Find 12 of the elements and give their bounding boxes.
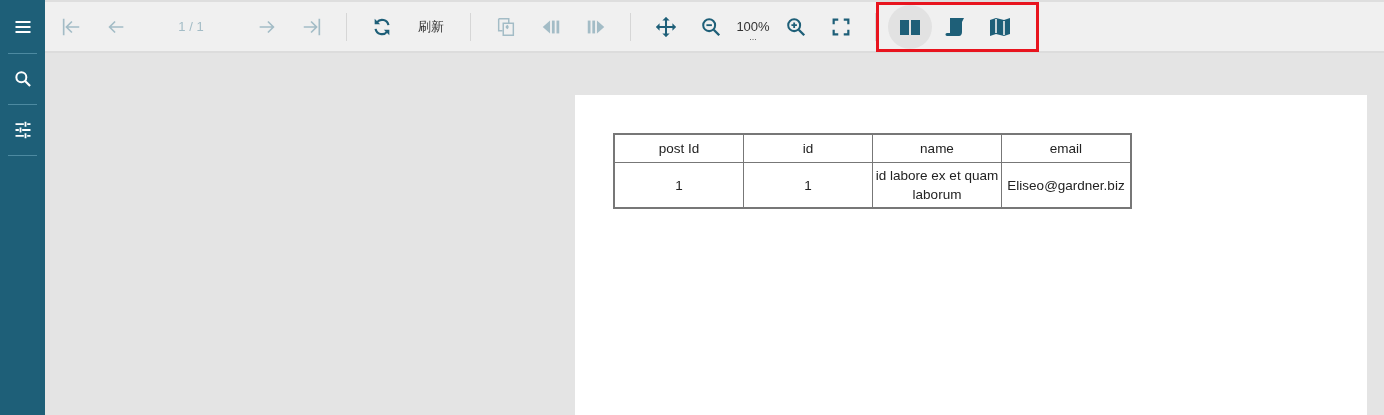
refresh-text-button[interactable]: 刷新: [404, 6, 458, 47]
move-icon: [654, 15, 677, 38]
more-indicator: ...: [749, 34, 757, 40]
column-header: name: [872, 134, 1002, 163]
book-view-button[interactable]: [888, 4, 932, 49]
page-indicator: 1 / 1: [138, 6, 244, 47]
column-header: post Id: [614, 134, 744, 163]
search-icon: [12, 69, 33, 89]
zoom-out-icon: [699, 15, 722, 38]
zoom-in-icon: [784, 15, 807, 38]
zoom-level-button[interactable]: 100% ...: [733, 6, 773, 47]
column-header: id: [743, 134, 873, 163]
